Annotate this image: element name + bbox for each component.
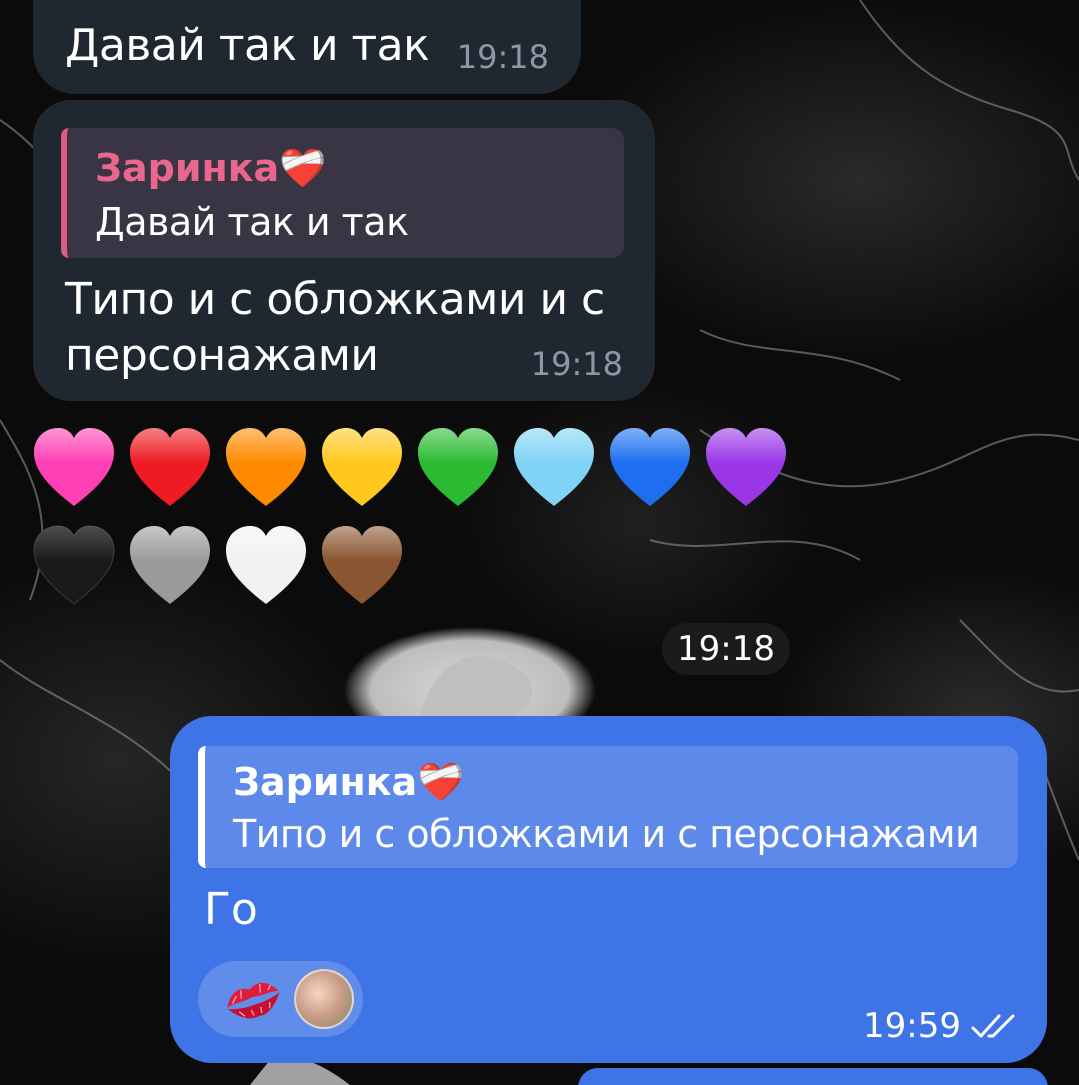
message-text: Го: [204, 884, 258, 935]
reply-author-name: Заринка❤️‍🩹: [233, 760, 465, 804]
black-heart-icon: [33, 525, 115, 605]
light-blue-heart-icon: [514, 428, 594, 506]
blue-heart-icon: [610, 428, 690, 506]
emoji-message-time: 19:18: [662, 623, 790, 675]
red-heart-icon: [130, 428, 210, 506]
user-avatar[interactable]: [294, 969, 354, 1029]
quoted-reply[interactable]: Заринка❤️‍🩹 Типо и с обложками и с персо…: [198, 746, 1018, 868]
reply-quoted-text: Типо и с обложками и с персонажами: [233, 812, 980, 856]
green-heart-icon: [418, 428, 498, 506]
pink-heart-icon: [34, 428, 114, 506]
outgoing-reply-message[interactable]: Заринка❤️‍🩹 Типо и с обложками и с персо…: [170, 716, 1047, 1063]
purple-heart-icon: [706, 428, 786, 506]
outgoing-message-partial[interactable]: [578, 1068, 1048, 1085]
grey-heart-icon: [130, 526, 210, 604]
white-heart-icon: [226, 526, 306, 604]
reaction-chip[interactable]: [198, 961, 363, 1037]
orange-heart-icon: [226, 428, 306, 506]
emoji-message[interactable]: [0, 0, 1079, 620]
message-time: 19:59: [863, 1006, 961, 1046]
brown-heart-icon: [322, 526, 402, 604]
double-check-icon: [971, 1014, 1015, 1038]
kiss-mark-icon: [227, 982, 280, 1019]
yellow-heart-icon: [322, 428, 402, 506]
